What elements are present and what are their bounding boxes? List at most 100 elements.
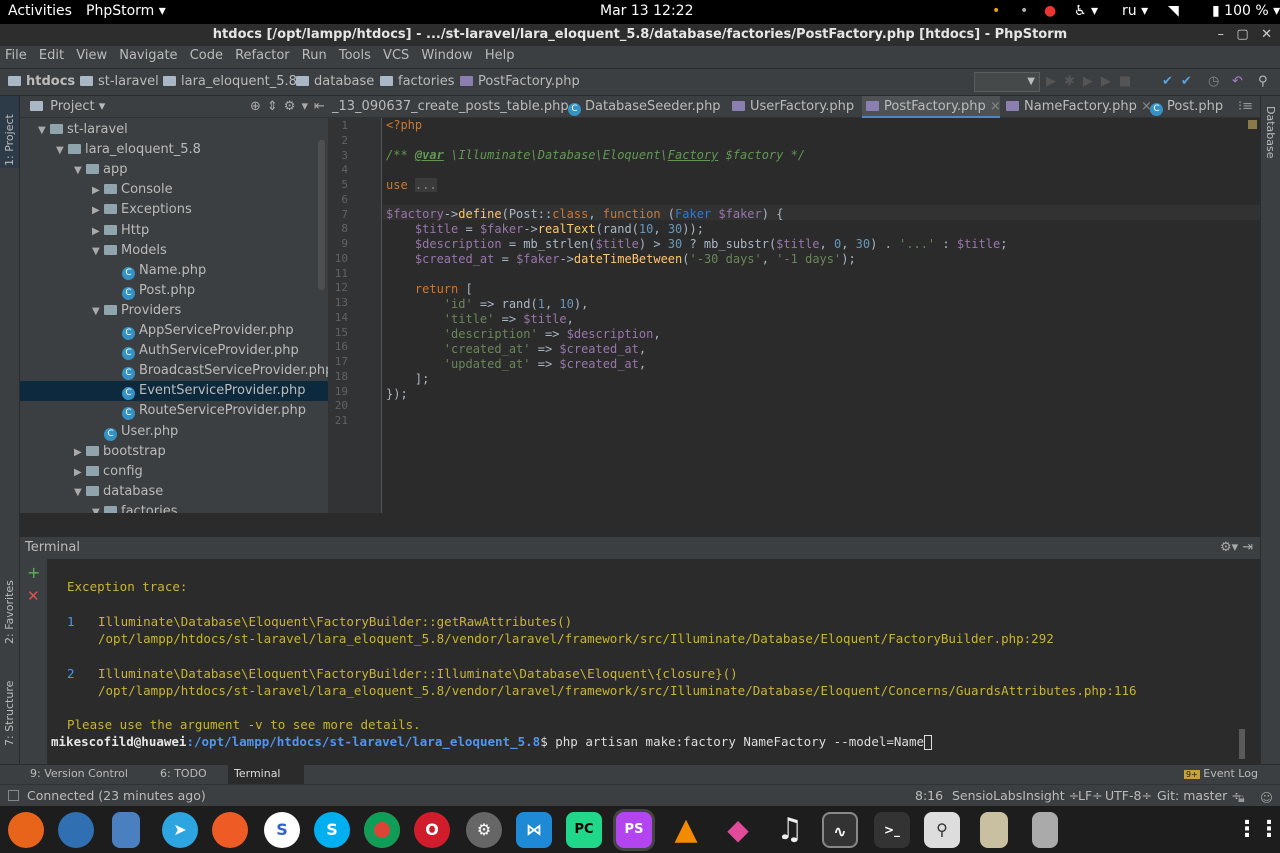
vlc-icon[interactable]: ▲ [668, 812, 704, 848]
tree-item[interactable]: ▶ Exceptions [20, 200, 328, 220]
tree-item[interactable]: ▶ bootstrap [20, 442, 328, 462]
event-log-tab[interactable]: 9+ Event Log [1184, 765, 1258, 784]
record-icon[interactable]: ● [1044, 3, 1056, 19]
accessibility-icon[interactable]: ♿︎ ▾ [1074, 3, 1098, 19]
files-icon[interactable] [112, 812, 140, 848]
simplenote-icon[interactable]: S [264, 812, 300, 848]
file-encoding[interactable]: UTF-8÷ [1105, 785, 1152, 806]
opera-icon[interactable]: O [414, 812, 450, 848]
breadcrumb-htdocs[interactable]: htdocs [8, 74, 75, 89]
menu-navigate[interactable]: Navigate [119, 48, 177, 63]
menu-code[interactable]: Code [190, 48, 223, 63]
expand-arrow-icon[interactable]: ▼ [92, 302, 104, 322]
rollback-icon[interactable]: ↶ [1232, 74, 1243, 89]
terminal-app-icon[interactable]: >_ [874, 812, 910, 848]
menu-refactor[interactable]: Refactor [235, 48, 290, 63]
phpstorm-icon[interactable]: PS [616, 812, 652, 848]
activities-button[interactable]: Activities [8, 3, 72, 19]
tree-item[interactable]: ▶ Console [20, 180, 328, 200]
app-menu[interactable]: PhpStorm ▾ [86, 3, 166, 19]
menu-file[interactable]: File [5, 48, 27, 63]
music-icon[interactable]: ♫ [772, 812, 808, 848]
breadcrumb-lara-eloquent[interactable]: lara_eloquent_5.8 [163, 74, 297, 89]
git-branch[interactable]: Git: master ÷ [1157, 785, 1242, 806]
expand-arrow-icon[interactable]: ▼ [74, 161, 86, 181]
vcs-toolbar[interactable]: ✔✔ [1162, 74, 1200, 89]
lock-icon[interactable]: 🔒︎ [1238, 787, 1245, 808]
menu-vcs[interactable]: VCS [383, 48, 409, 63]
tab-name-factory[interactable]: NameFactory.php × [1002, 96, 1152, 118]
notes-icon[interactable] [980, 812, 1008, 848]
expand-arrow-icon[interactable]: ▼ [56, 141, 68, 161]
tree-scrollbar[interactable] [318, 140, 325, 290]
expand-arrow-icon[interactable]: ▼ [38, 121, 50, 141]
indicator-icon[interactable]: • [1020, 3, 1028, 19]
postman-icon[interactable] [212, 812, 248, 848]
tree-item[interactable]: C Name.php [20, 261, 328, 281]
expand-arrow-icon[interactable]: ▼ [74, 483, 86, 503]
tree-item[interactable]: C BroadcastServiceProvider.php [20, 361, 328, 381]
expand-arrow-icon[interactable]: ▶ [92, 181, 104, 201]
menu-window[interactable]: Window [421, 48, 472, 63]
structure-tool-label[interactable]: 7: Structure [3, 681, 16, 746]
inspection-status-icon[interactable] [1248, 120, 1257, 129]
terminal-output[interactable]: Exception trace: 1 Illuminate\Database\E… [47, 559, 1247, 764]
terminal-scrollbar[interactable] [1239, 729, 1245, 759]
settings-icon[interactable]: ⚙ [466, 812, 502, 848]
skype-icon[interactable]: S [314, 812, 350, 848]
expand-arrow-icon[interactable]: ▶ [92, 201, 104, 221]
pycharm-icon[interactable]: PC [566, 812, 602, 848]
run-toolbar[interactable]: ▶✱▶▶■ [1046, 74, 1139, 89]
image-viewer-icon[interactable]: ⚲ [924, 812, 960, 848]
menu-edit[interactable]: Edit [39, 48, 64, 63]
tree-item[interactable]: C RouteServiceProvider.php [20, 401, 328, 421]
krita-icon[interactable]: ◆ [720, 812, 756, 848]
inspector-icon[interactable]: ☺︎ [1260, 787, 1273, 808]
expand-arrow-icon[interactable]: ▶ [74, 463, 86, 483]
tree-item[interactable]: ▼ Providers [20, 301, 328, 321]
history-icon[interactable]: ◷ [1208, 74, 1219, 89]
project-tool-label[interactable]: 1: Project [3, 114, 16, 166]
tree-item[interactable]: ▼ app [20, 160, 328, 180]
panel-actions[interactable]: ⊕⇕⚙▾⇤ [250, 96, 328, 118]
chrome-icon[interactable] [364, 812, 400, 848]
close-tab-icon[interactable]: × [990, 99, 1001, 114]
battery-indicator[interactable]: ▮ 100 % ▾ [1212, 3, 1280, 19]
todo-tab[interactable]: 6: TODO [160, 765, 207, 783]
prompt-line[interactable]: mikescofild@huawei:/opt/lampp/htdocs/st-… [51, 734, 932, 750]
breadcrumb-factories[interactable]: factories [380, 74, 454, 89]
tree-item[interactable]: C AuthServiceProvider.php [20, 341, 328, 361]
toggle-tool-windows-icon[interactable] [8, 790, 19, 801]
line-separator[interactable]: LF÷ [1078, 785, 1103, 806]
favorites-tool-label[interactable]: 2: Favorites [3, 580, 16, 644]
caret-position[interactable]: 8:16 [915, 785, 943, 806]
keyboard-layout[interactable]: ru ▾ [1122, 3, 1148, 19]
tree-item[interactable]: C Post.php [20, 281, 328, 301]
drive-icon[interactable] [1032, 812, 1058, 848]
tree-item[interactable]: ▶ config [20, 462, 328, 482]
tree-item[interactable]: ▼ st-laravel [20, 120, 328, 140]
tab-overflow-icon[interactable]: ⁝≡ [1234, 96, 1260, 118]
window-controls[interactable]: – ▢ ✕ [1218, 24, 1272, 46]
system-monitor-icon[interactable]: ∿ [822, 812, 858, 848]
tree-item[interactable]: C AppServiceProvider.php [20, 321, 328, 341]
tree-item[interactable]: ▼ Models [20, 241, 328, 261]
tab-post-factory[interactable]: PostFactory.php × [862, 96, 1001, 118]
version-control-tab[interactable]: 9: Version Control [30, 765, 128, 783]
expand-arrow-icon[interactable]: ▶ [74, 443, 86, 463]
expand-arrow-icon[interactable]: ▼ [92, 242, 104, 262]
tree-item[interactable]: C EventServiceProvider.php [20, 381, 328, 402]
menu-run[interactable]: Run [302, 48, 327, 63]
tab-create-posts-table[interactable]: _13_090637_create_posts_table.php [328, 96, 569, 118]
show-apps-icon[interactable]: ⋮⋮⋮ [1236, 812, 1280, 848]
terminal-settings-icon[interactable]: ⚙▾ ⇥ [1220, 537, 1253, 559]
new-session-icon[interactable]: + [27, 563, 40, 582]
menu-tools[interactable]: Tools [339, 48, 371, 63]
firefox-icon[interactable] [8, 812, 44, 848]
tree-item[interactable]: ▼ lara_eloquent_5.8 [20, 140, 328, 160]
expand-arrow-icon[interactable]: ▶ [92, 222, 104, 242]
indicator-icon[interactable]: • [992, 3, 1000, 19]
menu-help[interactable]: Help [485, 48, 515, 63]
wifi-icon[interactable]: ◥ [1168, 3, 1179, 19]
terminal-tab[interactable]: Terminal [228, 765, 304, 784]
